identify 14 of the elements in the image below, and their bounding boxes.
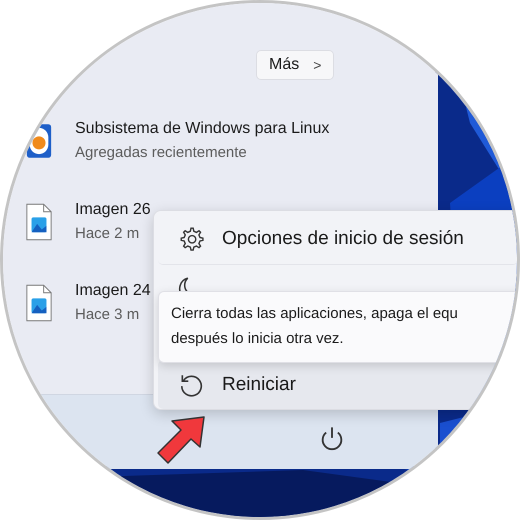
- menu-item[interactable]: Opciones de inicio de sesión: [158, 215, 517, 265]
- more-button[interactable]: Más >: [256, 50, 334, 80]
- item-subtitle: Agregadas recientemente: [75, 144, 248, 161]
- tooltip-text: Cierra todas las aplicaciones, apaga el equ: [171, 304, 459, 324]
- tooltip-text: después lo inicia otra vez.: [171, 329, 345, 349]
- chevron-icon: >: [313, 57, 322, 73]
- item-title[interactable]: Subsistema de Windows para Linux: [75, 120, 330, 138]
- item-title[interactable]: Imagen 24: [75, 282, 151, 300]
- item-subtitle: Hace 3 m: [75, 306, 140, 323]
- item-subtitle: Hace 2 m: [75, 225, 140, 242]
- item-title[interactable]: Imagen 26: [75, 201, 151, 219]
- image-file-icon: [25, 282, 53, 322]
- settings-icon: [178, 226, 204, 252]
- image-file-icon: [25, 202, 53, 242]
